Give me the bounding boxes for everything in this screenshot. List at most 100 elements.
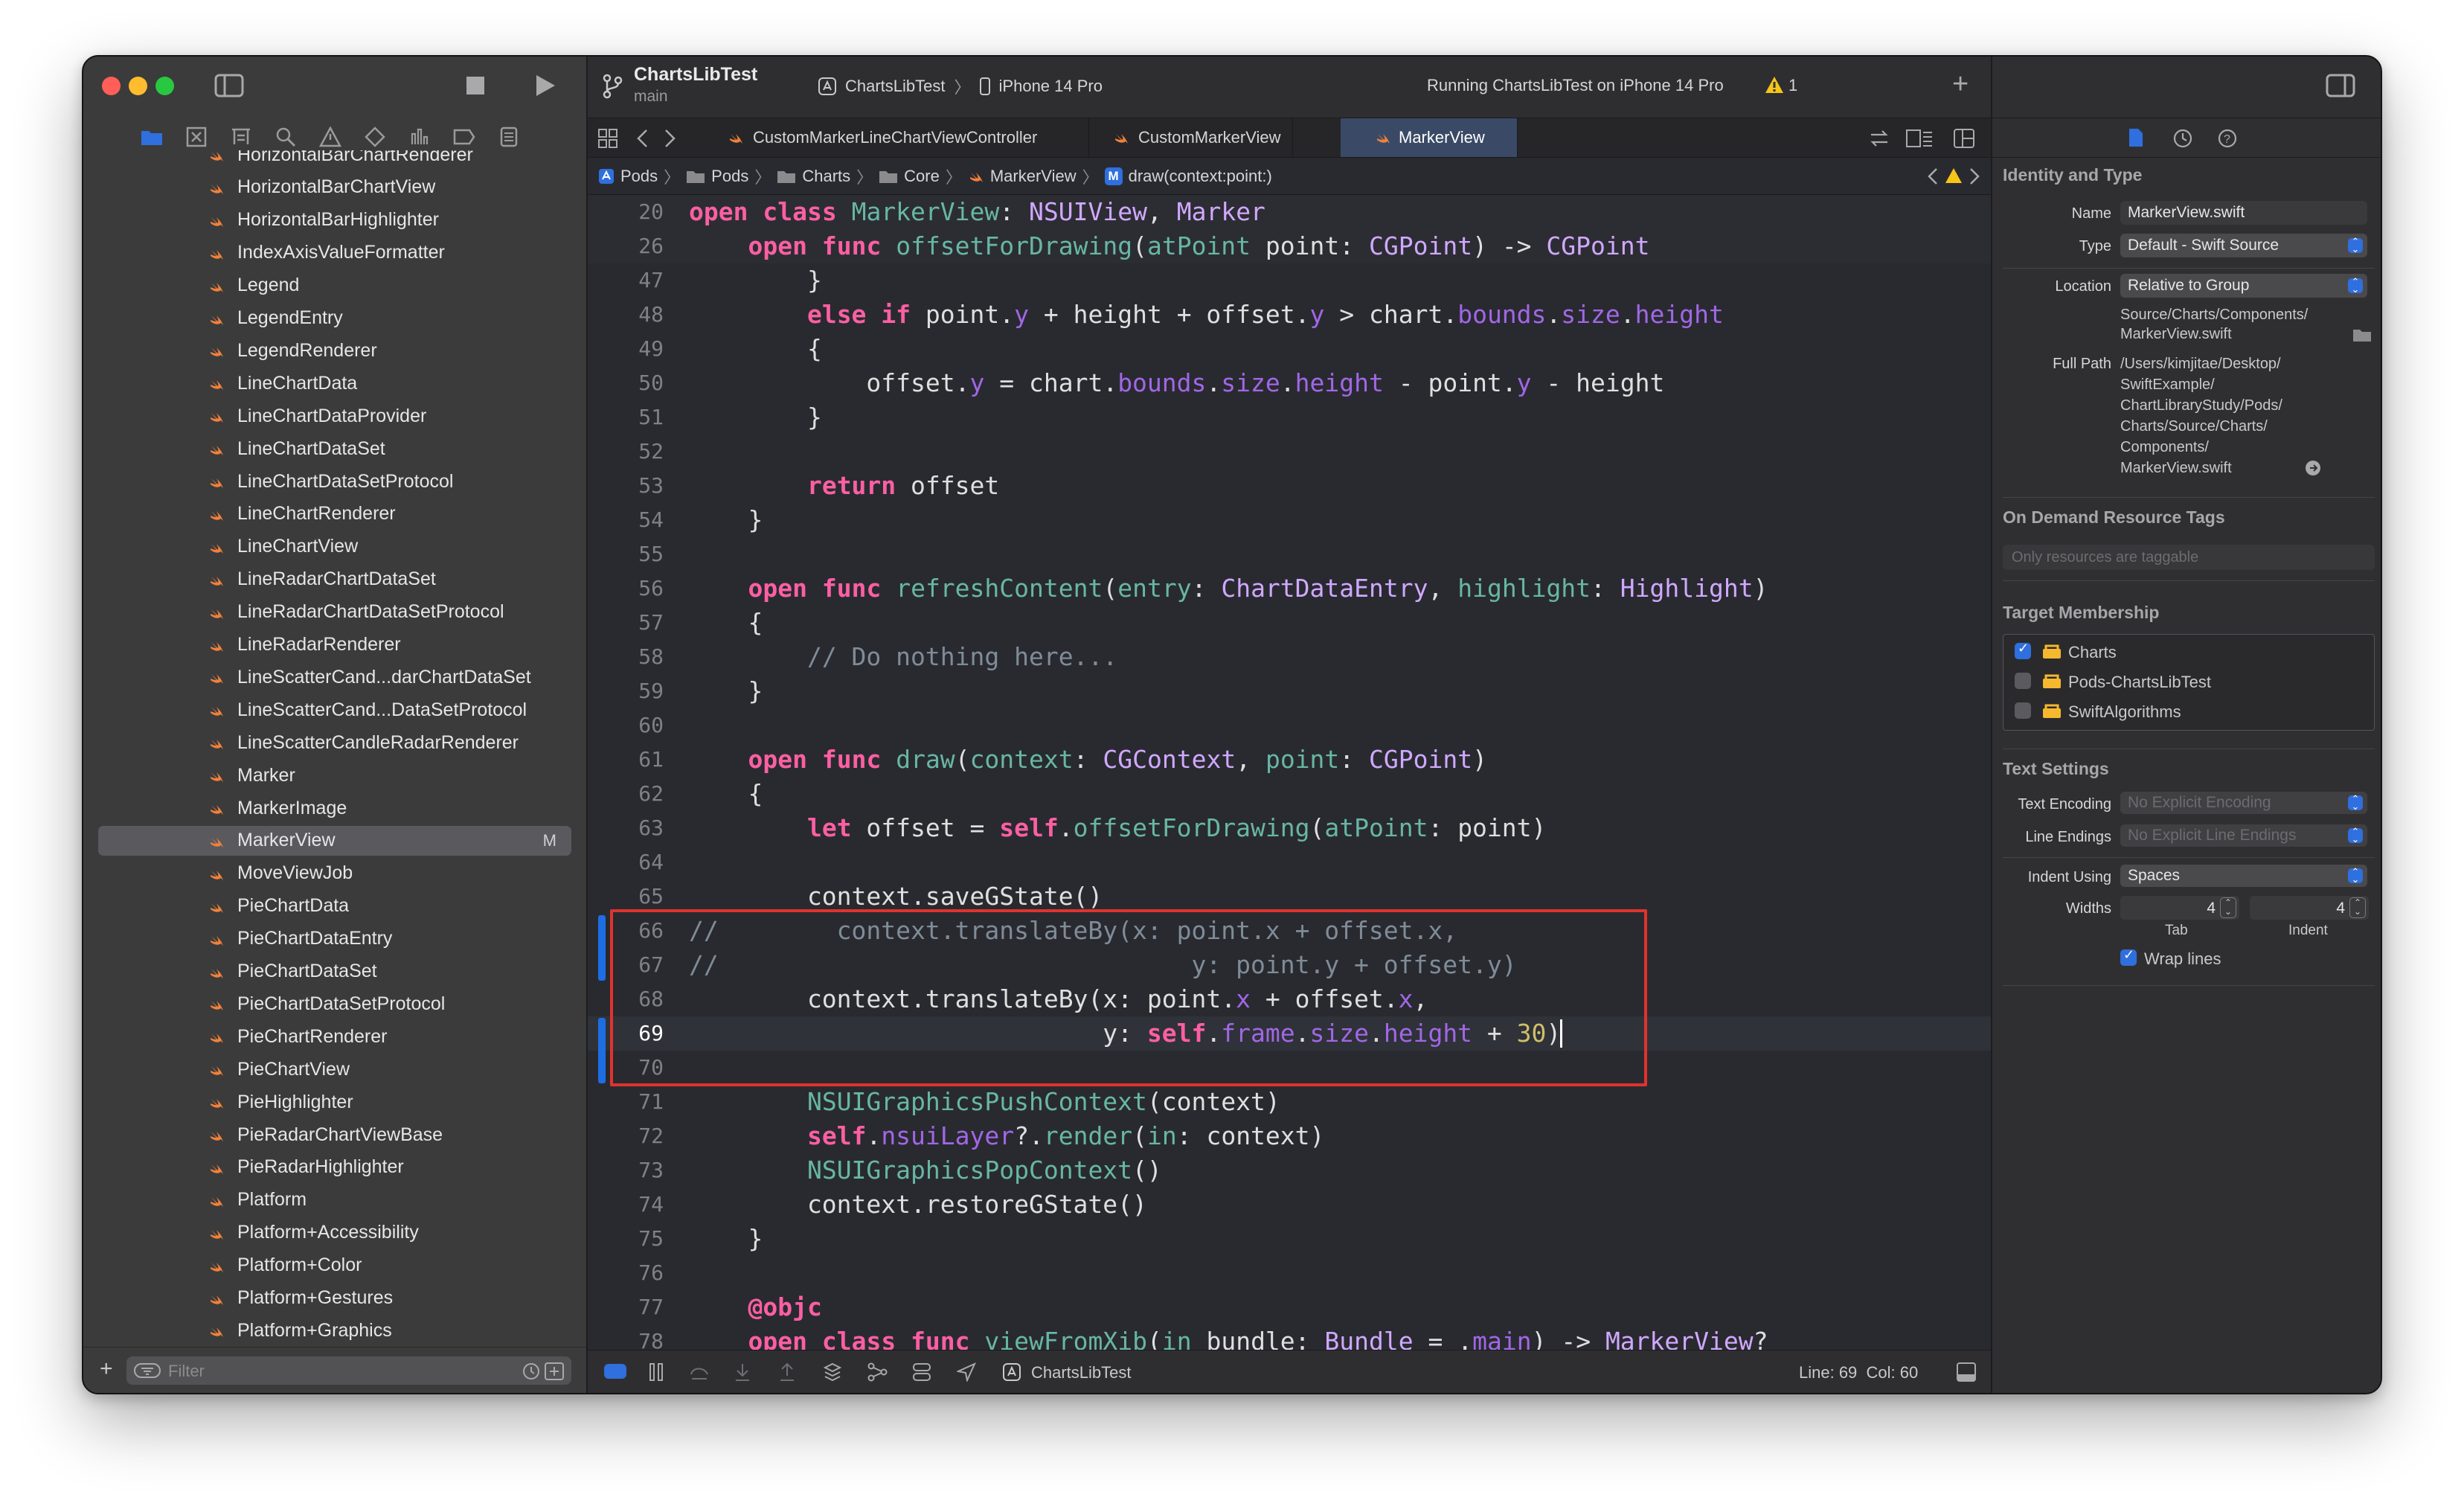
folder-icon[interactable] [2352,327,2372,342]
target-checkbox-pods-chartslibtest[interactable] [2015,673,2031,689]
odr-tags-field[interactable]: Only resources are taggable [2003,545,2375,570]
file-item[interactable]: LineRadarRenderer [98,630,571,660]
change-marker[interactable] [598,915,606,981]
code-line[interactable]: 50 offset.y = chart.bounds.size.height -… [588,366,1991,400]
file-item[interactable]: HorizontalBarChartView [98,173,571,202]
code-line[interactable]: 58 // Do nothing here... [588,640,1991,674]
code-line[interactable]: 76 [588,1256,1991,1290]
breadcrumb-item[interactable]: Core [904,167,940,186]
code-line[interactable]: 74 context.restoreGState() [588,1188,1991,1222]
inspector-toggle-icon[interactable] [2326,73,2355,98]
zoom-window-button[interactable] [155,77,174,95]
file-item[interactable]: Platform [98,1185,571,1215]
breadcrumb-item[interactable]: Pods [711,167,748,186]
memory-graph-icon[interactable] [867,1362,888,1382]
breadcrumb-item[interactable]: MarkerView [990,167,1077,186]
tab-width-stepper[interactable]: ⌃ ⌄ [2220,897,2236,918]
toggle-console-icon[interactable] [604,1364,626,1379]
file-item[interactable]: LineScatterCand...darChartDataSet [98,662,571,692]
indent-using-popup[interactable]: Spaces ⌃ ⌄ [2120,865,2367,887]
file-item[interactable]: LegendEntry [98,304,571,333]
add-icon[interactable]: + [1952,68,1969,100]
scheme-selector[interactable]: ChartsLibTest 〉 iPhone 14 Pro [818,70,1103,103]
tab-marker-view[interactable]: MarkerView [1341,118,1518,157]
filter-field[interactable]: Filter [126,1356,571,1385]
back-icon[interactable] [635,129,650,148]
code-line[interactable]: 72 self.nsuiLayer?.render(in: context) [588,1119,1991,1153]
file-item[interactable]: HorizontalBarHighlighter [98,205,571,235]
file-inspector-icon[interactable] [2128,127,2144,148]
find-navigator-icon[interactable] [271,122,301,152]
file-item[interactable]: MarkerImage [98,793,571,823]
file-item[interactable]: Platform+Gestures [98,1284,571,1313]
location-popup[interactable]: Relative to Group ⌃ ⌄ [2120,274,2367,298]
code-line[interactable]: 54 } [588,503,1991,537]
file-item[interactable]: LineRadarChartDataSetProtocol [98,597,571,627]
code-line[interactable]: 26 open func offsetForDrawing(atPoint po… [588,229,1991,263]
file-item[interactable]: LineChartView [98,532,571,562]
file-item[interactable]: Platform+Color [98,1251,571,1281]
code-line[interactable]: 62 { [588,777,1991,811]
code-line[interactable]: 61 open func draw(context: CGContext, po… [588,743,1991,777]
toggle-debug-area-icon[interactable] [1957,1362,1976,1382]
file-item[interactable]: Platform+Graphics [98,1316,571,1345]
breadcrumb-item[interactable]: draw(context:point:) [1129,167,1272,186]
code-line[interactable]: 48 else if point.y + height + offset.y >… [588,298,1991,332]
target-checkbox-charts[interactable] [2015,641,2031,659]
debug-navigator-icon[interactable] [405,122,434,152]
run-icon[interactable] [534,74,556,97]
file-item[interactable]: PieHighlighter [98,1087,571,1117]
history-inspector-icon[interactable] [2172,128,2193,149]
stop-icon[interactable] [466,76,485,95]
code-line[interactable]: 57 { [588,606,1991,640]
file-item[interactable]: LineChartDataSetProtocol [98,467,571,496]
file-item[interactable]: LineChartDataSet [98,434,571,464]
name-field[interactable]: MarkerView.swift [2120,201,2367,225]
tab-custom-marker-line-chart-view-controller[interactable]: CustomMarkerLineChartViewController [693,118,1089,157]
code-line[interactable]: 63 let offset = self.offsetForDrawing(at… [588,811,1991,845]
file-item[interactable]: LineRadarChartDataSet [98,565,571,595]
issue-navigator-icon[interactable] [315,122,345,152]
file-item[interactable]: Legend [98,271,571,301]
file-item[interactable]: PieRadarChartViewBase [98,1120,571,1150]
file-item[interactable]: LineScatterCandleRadarRenderer [98,728,571,757]
previous-issue-icon[interactable] [1927,167,1939,185]
tab-width-field[interactable]: 4 ⌃ ⌄ [2120,896,2239,920]
swap-icon[interactable] [1869,129,1890,148]
source-control-filter-icon[interactable] [545,1362,564,1380]
file-item[interactable]: PieChartView [98,1054,571,1084]
file-item[interactable]: MarkerView M [98,825,571,856]
code-line[interactable]: 51 } [588,400,1991,435]
code-line[interactable]: 75 } [588,1222,1991,1256]
type-popup[interactable]: Default - Swift Source ⌃ ⌄ [2120,234,2367,257]
code-editor[interactable]: 20 open class MarkerView: NSUIView, Marke… [588,195,1991,1353]
code-line[interactable]: 55 [588,537,1991,571]
file-item[interactable]: Marker [98,760,571,790]
grid-icon[interactable] [598,129,617,148]
wrap-lines-checkbox[interactable] [2120,947,2137,966]
line-endings-popup[interactable]: No Explicit Line Endings ⌃ ⌄ [2120,824,2367,847]
next-issue-icon[interactable] [1969,167,1980,185]
file-item[interactable]: Platform+Accessibility [98,1218,571,1248]
target-checkbox-swiftalgorithms[interactable] [2015,702,2031,719]
indent-width-stepper[interactable]: ⌃ ⌄ [2349,897,2366,918]
step-over-icon[interactable] [689,1362,710,1382]
step-into-icon[interactable] [734,1362,751,1382]
help-inspector-icon[interactable]: ? [2217,128,2238,149]
report-navigator-icon[interactable] [494,122,524,152]
jump-bar[interactable]: Pods 〉 Pods 〉 Charts 〉 Core 〉 MarkerView… [588,158,1991,195]
adjust-editor-icon[interactable] [1906,129,1933,148]
code-line[interactable]: 53 return offset [588,469,1991,503]
split-editor-icon[interactable] [1954,129,1974,148]
file-item[interactable]: LegendRenderer [98,336,571,365]
indent-width-field[interactable]: 4 ⌃ ⌄ [2250,896,2369,920]
file-item[interactable]: PieChartData [98,891,571,921]
file-item[interactable]: PieChartDataSet [98,957,571,987]
code-line[interactable]: 59 } [588,674,1991,708]
file-item[interactable]: HorizontalBarChartRenderer [98,150,571,170]
project-navigator-icon[interactable] [137,122,167,152]
code-line[interactable]: 71 NSUIGraphicsPushContext(context) [588,1085,1991,1119]
symbol-navigator-icon[interactable] [226,122,256,152]
file-item[interactable]: MoveViewJob [98,859,571,888]
warning-icon[interactable] [1945,167,1963,184]
